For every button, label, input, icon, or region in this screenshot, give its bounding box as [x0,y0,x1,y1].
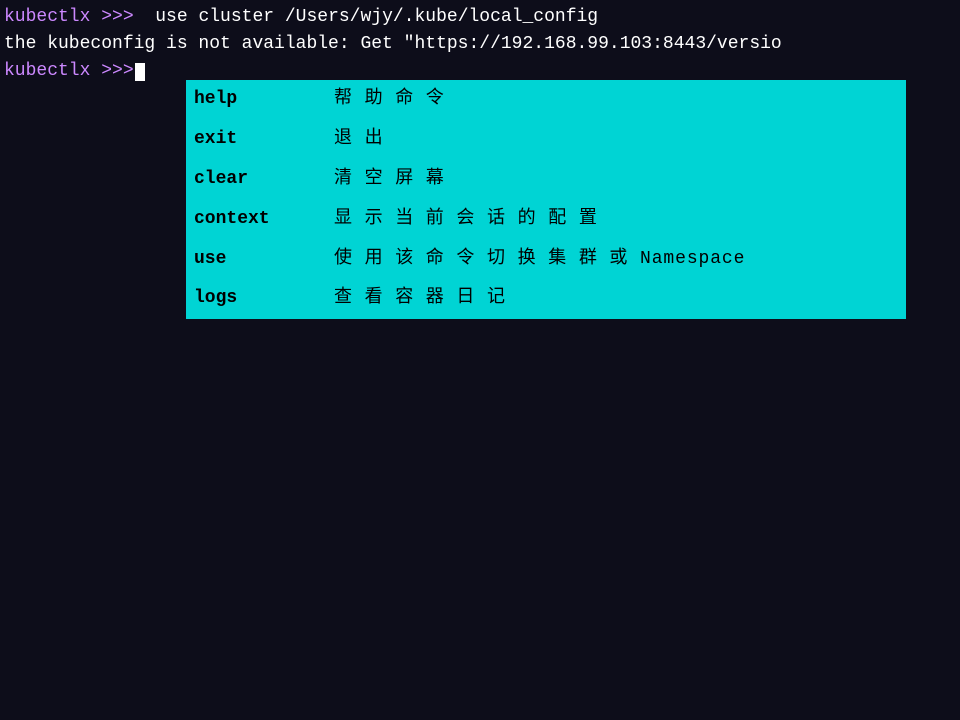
command-line-1: kubectlx >>> use cluster /Users/wjy/.kub… [0,4,960,31]
terminal: kubectlx >>> use cluster /Users/wjy/.kub… [0,0,960,720]
cmd-name-use: use [194,246,334,274]
autocomplete-item-clear[interactable]: clear 清 空 屏 幕 [186,160,906,200]
autocomplete-dropdown[interactable]: help 帮 助 命 令 exit 退 出 clear 清 空 屏 幕 cont… [186,80,906,319]
cmd-desc-context: 显 示 当 前 会 话 的 配 置 [334,206,598,234]
autocomplete-item-use[interactable]: use 使 用 该 命 令 切 换 集 群 或 Namespace [186,240,906,280]
cmd-desc-help: 帮 助 命 令 [334,86,445,114]
cmd-name-logs: logs [194,285,334,313]
cmd-name-clear: clear [194,166,334,194]
cursor [135,63,145,81]
terminal-output: kubectlx >>> use cluster /Users/wjy/.kub… [0,0,960,89]
cmd-name-context: context [194,206,334,234]
cmd-desc-logs: 查 看 容 器 日 记 [334,285,506,313]
prompt-arrow-1 [134,4,145,31]
autocomplete-item-context[interactable]: context 显 示 当 前 会 话 的 配 置 [186,200,906,240]
cmd-name-exit: exit [194,126,334,154]
cmd-desc-exit: 退 出 [334,126,384,154]
cmd-desc-clear: 清 空 屏 幕 [334,166,445,194]
command-text-1: use cluster /Users/wjy/.kube/local_confi… [144,4,598,31]
autocomplete-item-logs[interactable]: logs 查 看 容 器 日 记 [186,279,906,319]
error-line: the kubeconfig is not available: Get "ht… [0,31,960,58]
autocomplete-item-exit[interactable]: exit 退 出 [186,120,906,160]
error-text: the kubeconfig is not available: Get "ht… [4,31,782,58]
cmd-name-help: help [194,86,334,114]
prompt-label-2: kubectlx >>> [4,58,134,85]
cmd-desc-use: 使 用 该 命 令 切 换 集 群 或 Namespace [334,246,745,274]
autocomplete-item-help[interactable]: help 帮 助 命 令 [186,80,906,120]
prompt-label-1: kubectlx >>> [4,4,134,31]
